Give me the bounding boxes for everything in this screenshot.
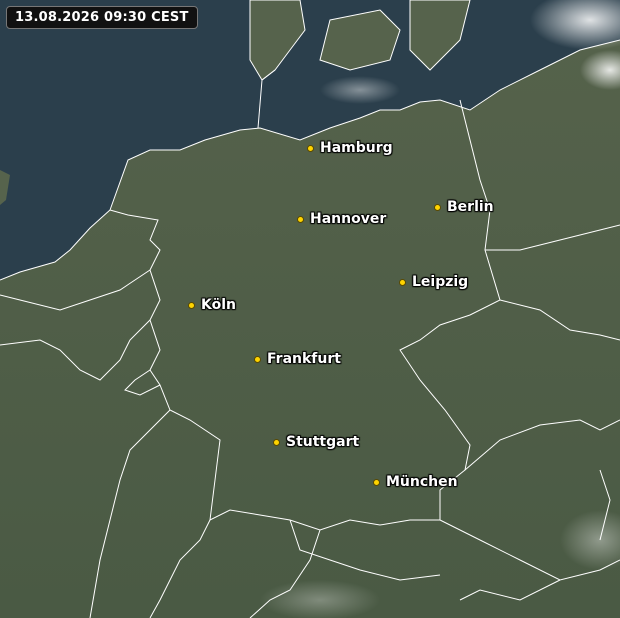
city-marker-hannover[interactable]: Hannover: [297, 211, 386, 227]
satellite-map[interactable]: 13.08.2026 09:30 CEST Hamburg Berlin Han…: [0, 0, 620, 618]
city-label: Hannover: [310, 211, 387, 227]
city-marker-leipzig[interactable]: Leipzig: [399, 274, 468, 290]
city-dot-icon: [254, 355, 261, 363]
city-label: Berlin: [447, 199, 494, 215]
cloud: [320, 76, 400, 104]
city-dot-icon: [188, 301, 195, 309]
city-label: Stuttgart: [286, 434, 360, 450]
city-marker-stuttgart[interactable]: Stuttgart: [273, 434, 359, 450]
city-dot-icon: [273, 438, 280, 446]
city-dot-icon: [399, 278, 406, 286]
city-marker-muenchen[interactable]: München: [373, 474, 458, 490]
city-label: Leipzig: [412, 274, 469, 290]
city-dot-icon: [434, 203, 441, 211]
city-dot-icon: [297, 215, 304, 223]
city-marker-hamburg[interactable]: Hamburg: [307, 140, 393, 156]
city-dot-icon: [373, 478, 380, 486]
city-marker-frankfurt[interactable]: Frankfurt: [254, 351, 341, 367]
timestamp-label: 13.08.2026 09:30 CEST: [6, 6, 198, 29]
city-dot-icon: [307, 144, 314, 152]
city-label: Frankfurt: [267, 351, 341, 367]
city-label: München: [386, 474, 458, 490]
city-marker-koeln[interactable]: Köln: [188, 297, 236, 313]
city-label: Köln: [201, 297, 236, 313]
map-basemap: [0, 0, 620, 618]
city-marker-berlin[interactable]: Berlin: [434, 199, 494, 215]
city-label: Hamburg: [320, 140, 393, 156]
